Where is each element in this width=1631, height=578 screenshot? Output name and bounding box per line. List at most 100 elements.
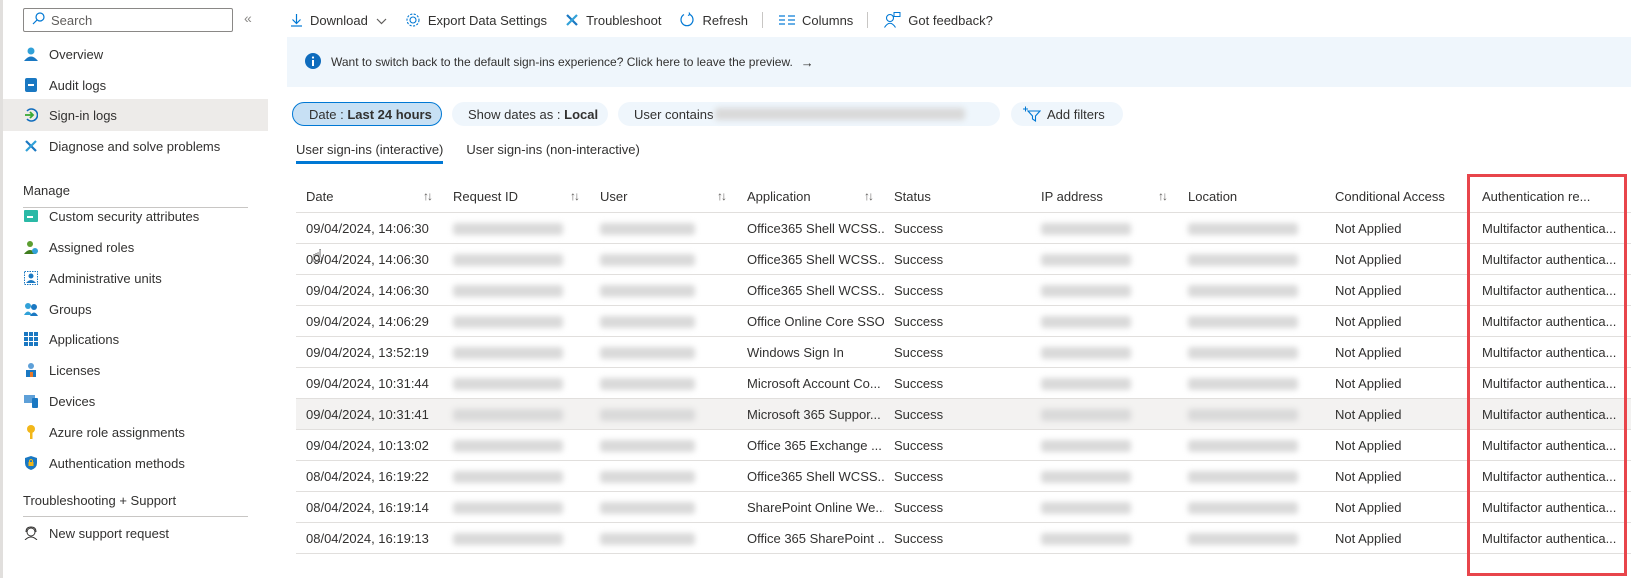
sidebar-item-assigned-roles[interactable]: Assigned roles bbox=[3, 231, 268, 263]
cell-date: 08/04/2024, 16:19:14 bbox=[306, 500, 429, 515]
sidebar-item-overview[interactable]: Overview bbox=[3, 38, 268, 70]
redacted-value bbox=[600, 439, 695, 452]
cell-location-redacted bbox=[1178, 213, 1325, 244]
redacted-value bbox=[1041, 222, 1131, 235]
redacted-value bbox=[600, 315, 695, 328]
sort-icon[interactable]: ↑↓ bbox=[864, 189, 874, 203]
sidebar-item-licenses[interactable]: Licenses bbox=[3, 354, 268, 386]
tab-interactive[interactable]: User sign-ins (interactive) bbox=[296, 142, 444, 164]
column-header-application[interactable]: Application ↑↓ bbox=[737, 180, 884, 212]
sidebar-item-sign-in-logs[interactable]: Sign-in logs bbox=[3, 99, 268, 131]
column-header-conditional-access[interactable]: Conditional Access bbox=[1325, 180, 1472, 212]
cell-location-redacted bbox=[1178, 244, 1325, 275]
sidebar-search[interactable] bbox=[23, 8, 233, 32]
cell-date: 09/04/2024, 10:31:41 bbox=[306, 407, 429, 422]
table-row[interactable]: 09/04/2024, 13:52:19 Windows Sign In Succe… bbox=[296, 336, 1631, 368]
search-input[interactable] bbox=[51, 12, 231, 28]
cell-date: 09/04/2024, 13:52:19 bbox=[306, 345, 429, 360]
table-row[interactable]: 09/04/2024, 10:13:02 Office 365 Exchange … bbox=[296, 429, 1631, 461]
cell-request-id-redacted bbox=[443, 523, 590, 554]
cell-user-redacted bbox=[590, 430, 737, 461]
redacted-value bbox=[1188, 377, 1298, 390]
table-row[interactable]: 09/04/2024, 14:06:29 Office Online Core S… bbox=[296, 305, 1631, 337]
sidebar-item-label: Overview bbox=[49, 46, 104, 62]
cell-request-id-redacted bbox=[443, 430, 590, 461]
table-row[interactable]: 09/04/2024, 14:06:30 Office365 Shell WCSS… bbox=[296, 274, 1631, 306]
cell-status: Success bbox=[894, 252, 944, 267]
collapse-sidebar-icon[interactable]: « bbox=[244, 10, 252, 26]
table-row[interactable]: 09/04/2024, 10:31:41 Microsoft 365 Suppor… bbox=[296, 398, 1631, 430]
cell-request-id-redacted bbox=[443, 492, 590, 523]
hand-cursor-icon: ☝ bbox=[312, 246, 323, 266]
table-row[interactable]: 08/04/2024, 16:19:22 Office365 Shell WCSS… bbox=[296, 460, 1631, 492]
sort-icon[interactable]: ↑↓ bbox=[570, 189, 580, 203]
sidebar-item-authentication-methods[interactable]: Authentication methods bbox=[3, 447, 268, 479]
date-filter-label: Date : bbox=[309, 106, 344, 122]
cell-user-redacted bbox=[590, 492, 737, 523]
roles-icon bbox=[23, 239, 39, 255]
redacted-value bbox=[453, 532, 563, 545]
sidebar-item-azure-role-assignments[interactable]: Azure role assignments bbox=[3, 416, 268, 448]
table-row[interactable]: 09/04/2024, 10:31:44 Microsoft Account Co… bbox=[296, 367, 1631, 399]
cell-user-redacted bbox=[590, 523, 737, 554]
column-header-status[interactable]: Status bbox=[884, 180, 1031, 212]
banner-text: Want to switch back to the default sign-… bbox=[331, 55, 793, 69]
sidebar-item-administrative-units[interactable]: Administrative units bbox=[3, 262, 268, 294]
tab-non-interactive[interactable]: User sign-ins (non-interactive) bbox=[466, 142, 639, 164]
column-header-location[interactable]: Location bbox=[1178, 180, 1325, 212]
toolbar-divider bbox=[867, 12, 869, 28]
preview-banner[interactable]: Want to switch back to the default sign-… bbox=[287, 37, 1631, 87]
cell-conditional-access: Not Applied bbox=[1335, 221, 1402, 236]
export-data-settings-button[interactable]: Export Data Settings bbox=[405, 12, 547, 28]
show-dates-pill[interactable]: Show dates as : Local bbox=[452, 102, 608, 126]
feedback-button[interactable]: Got feedback? bbox=[884, 12, 993, 28]
column-header-user[interactable]: User ↑↓ bbox=[590, 180, 737, 212]
columns-button[interactable]: Columns bbox=[779, 13, 853, 28]
column-header-ip-address[interactable]: IP address ↑↓ bbox=[1031, 180, 1178, 212]
cell-status: Success bbox=[894, 345, 944, 360]
sidebar-item-devices[interactable]: Devices bbox=[3, 385, 268, 417]
redacted-value bbox=[1041, 377, 1131, 390]
sign-in-icon bbox=[23, 107, 39, 123]
date-filter-pill[interactable]: Date : Last 24 hours bbox=[292, 102, 442, 126]
cell-application: Office 365 Exchange ... bbox=[747, 438, 882, 453]
table-row[interactable]: 09/04/2024, 14:06:30 Office365 Shell WCSS… bbox=[296, 212, 1631, 244]
sidebar-item-applications[interactable]: Applications bbox=[3, 323, 268, 355]
sidebar-item-audit-logs[interactable]: Audit logs bbox=[3, 69, 268, 101]
column-header-authentication-requirement[interactable]: Authentication re... bbox=[1472, 180, 1631, 212]
cell-request-id-redacted bbox=[443, 399, 590, 430]
cell-application: Office365 Shell WCSS... bbox=[747, 469, 884, 484]
table-row[interactable]: 08/04/2024, 16:19:13 Office 365 SharePoin… bbox=[296, 522, 1631, 554]
table-row[interactable]: 09/04/2024, 14:06:30 Office365 Shell WCSS… bbox=[296, 243, 1631, 275]
redacted-value bbox=[600, 284, 695, 297]
troubleshoot-label: Troubleshoot bbox=[586, 12, 662, 28]
table-row[interactable]: 08/04/2024, 16:19:14 SharePoint Online We… bbox=[296, 491, 1631, 523]
add-filters-button[interactable]: Add filters bbox=[1011, 102, 1123, 126]
column-header-date[interactable]: Date ↑↓ bbox=[296, 180, 443, 212]
cell-application: Office365 Shell WCSS... bbox=[747, 252, 884, 267]
cell-status: Success bbox=[894, 438, 944, 453]
sort-icon[interactable]: ↑↓ bbox=[1158, 189, 1168, 203]
date-filter-value: Last 24 hours bbox=[347, 106, 432, 122]
sort-icon[interactable]: ↑↓ bbox=[717, 189, 727, 203]
troubleshoot-button[interactable]: Troubleshoot bbox=[565, 13, 661, 28]
download-button[interactable]: Download bbox=[290, 13, 387, 28]
redacted-value bbox=[1188, 408, 1298, 421]
column-header-label: Application bbox=[747, 188, 811, 204]
sort-icon[interactable]: ↑↓ bbox=[423, 189, 433, 203]
user-filter-pill[interactable]: User contains bbox=[618, 102, 1000, 126]
column-header-request-id[interactable]: Request ID ↑↓ bbox=[443, 180, 590, 212]
cell-authentication-requirement: Multifactor authentica... bbox=[1482, 469, 1617, 484]
support-section-title: Troubleshooting + Support bbox=[23, 493, 177, 508]
cell-location-redacted bbox=[1178, 523, 1325, 554]
cell-user-redacted bbox=[590, 368, 737, 399]
download-icon bbox=[290, 13, 303, 27]
sidebar-item-diagnose[interactable]: Diagnose and solve problems bbox=[3, 130, 268, 162]
sidebar-item-custom-security-attributes[interactable]: Custom security attributes bbox=[3, 200, 268, 232]
sidebar-item-new-support-request[interactable]: New support request bbox=[3, 517, 268, 549]
refresh-button[interactable]: Refresh bbox=[679, 12, 748, 28]
sidebar-item-label: Diagnose and solve problems bbox=[49, 138, 221, 154]
cell-ip-address-redacted bbox=[1031, 275, 1178, 306]
sidebar-item-groups[interactable]: Groups bbox=[3, 293, 268, 325]
cell-location-redacted bbox=[1178, 368, 1325, 399]
